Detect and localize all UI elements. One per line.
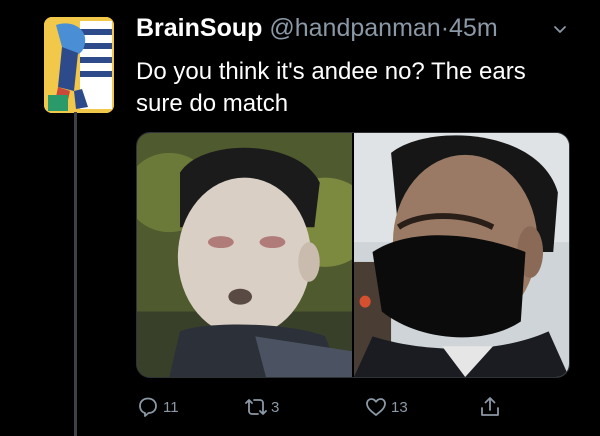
photo-left[interactable] [137, 133, 374, 377]
retweet-button[interactable]: 3 [244, 392, 279, 422]
media-grid[interactable] [136, 132, 570, 378]
share-button[interactable] [478, 392, 505, 422]
photo-man-black-mask [354, 133, 569, 377]
tweet-header: BrainSoup @handpanman·45m [136, 14, 498, 43]
handle[interactable]: @handpanman [269, 14, 440, 42]
like-count: 13 [391, 398, 408, 416]
display-name[interactable]: BrainSoup [136, 14, 262, 42]
reply-button[interactable]: 11 [136, 392, 179, 422]
chevron-down-icon[interactable] [552, 22, 568, 38]
reply-count: 11 [163, 398, 179, 416]
tweet-text: Do you think it's andee no? The ears sur… [136, 58, 526, 117]
avatar[interactable] [44, 17, 114, 113]
heart-icon [366, 398, 386, 416]
tweet-actions: 11 3 13 [136, 392, 556, 422]
retweet-count: 3 [271, 398, 280, 416]
thread-line [74, 112, 77, 436]
separator-dot: · [440, 14, 450, 42]
photo-right[interactable] [352, 133, 569, 377]
photo-man-white-face [137, 133, 374, 377]
timestamp[interactable]: 45m [449, 14, 498, 42]
reply-icon [139, 397, 157, 417]
retweet-icon [245, 399, 267, 415]
share-icon [481, 397, 499, 416]
avatar-illustration [44, 17, 114, 113]
like-button[interactable]: 13 [364, 392, 408, 422]
